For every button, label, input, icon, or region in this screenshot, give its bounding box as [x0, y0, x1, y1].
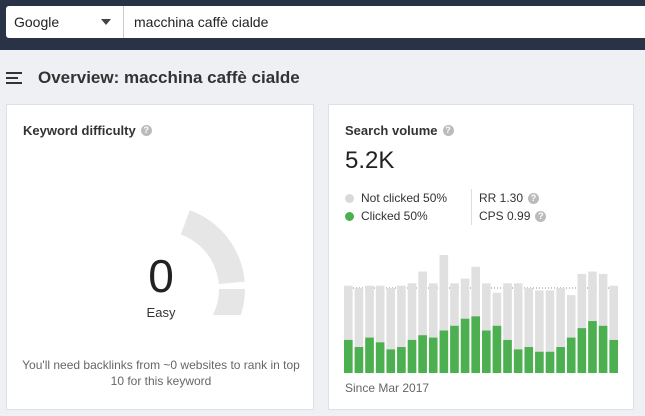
search-engine-value: Google: [14, 14, 60, 30]
legend-clicked-label: Clicked 50%: [361, 209, 428, 223]
help-icon[interactable]: ?: [528, 192, 540, 204]
help-icon[interactable]: ?: [140, 125, 152, 136]
page-title: Overview: macchina caffè cialde: [38, 68, 300, 87]
bar-clicked[interactable]: [460, 318, 470, 373]
bar-clicked[interactable]: [503, 339, 512, 373]
chart-since-label: Since Mar 2017: [345, 381, 430, 395]
keyword-difficulty-label: Easy: [146, 305, 176, 320]
bar-clicked[interactable]: [598, 325, 608, 373]
help-icon[interactable]: ?: [535, 210, 547, 222]
search-volume-title-text: Search volume: [345, 123, 438, 138]
help-icon[interactable]: ?: [442, 125, 454, 136]
bar-clicked[interactable]: [492, 325, 502, 373]
bar-clicked[interactable]: [482, 330, 491, 373]
metrics-divider: [471, 189, 472, 225]
search-volume-card: Search volume ? 5.2K Not clicked 50% Cli…: [328, 104, 634, 410]
bar-clicked[interactable]: [566, 337, 576, 373]
rr-metric-text: RR 1.30: [479, 191, 524, 205]
bar-clicked[interactable]: [577, 328, 587, 373]
keyword-difficulty-title: Keyword difficulty ?: [23, 123, 152, 138]
bar-clicked[interactable]: [588, 321, 597, 373]
bar-clicked[interactable]: [375, 342, 385, 373]
bar-clicked[interactable]: [450, 325, 459, 373]
search-engine-select[interactable]: Google: [6, 6, 124, 38]
keyword-difficulty-card: Keyword difficulty ? 0 Easy You'll need …: [6, 104, 314, 410]
bar-clicked[interactable]: [545, 351, 555, 373]
bar-clicked[interactable]: [535, 351, 544, 373]
bar-clicked[interactable]: [471, 316, 480, 373]
bar-clicked[interactable]: [418, 335, 427, 373]
bar-clicked[interactable]: [428, 337, 438, 373]
bar-clicked[interactable]: [397, 347, 406, 373]
metrics: RR 1.30 ? CPS 0.99 ?: [479, 189, 547, 225]
cps-metric-text: CPS 0.99: [479, 209, 531, 223]
bar-clicked[interactable]: [365, 337, 374, 373]
bar-clicked[interactable]: [407, 339, 417, 373]
legend-not-clicked: Not clicked 50%: [345, 189, 447, 207]
rr-metric: RR 1.30 ?: [479, 189, 546, 207]
bar-clicked[interactable]: [524, 347, 534, 373]
bar-clicked[interactable]: [439, 330, 449, 373]
bar-clicked[interactable]: [344, 339, 353, 373]
top-bar: Google: [0, 0, 645, 50]
bar-clicked[interactable]: [513, 349, 523, 373]
keyword-search-input[interactable]: [124, 6, 645, 38]
search-volume-value: 5.2K: [345, 147, 395, 174]
bar-clicked[interactable]: [556, 347, 565, 373]
not-clicked-dot: [345, 193, 354, 203]
legend-clicked: Clicked 50%: [345, 207, 447, 225]
bar-clicked[interactable]: [609, 339, 618, 373]
click-legend: Not clicked 50% Clicked 50%: [345, 189, 447, 225]
page-header: Overview: macchina caffè cialde: [0, 60, 645, 98]
bar-clicked[interactable]: [386, 349, 396, 373]
clicked-dot: [345, 211, 354, 221]
search-volume-title: Search volume ?: [345, 123, 454, 138]
menu-icon[interactable]: [6, 72, 22, 86]
keyword-difficulty-note: You'll need backlinks from ~0 websites t…: [22, 358, 300, 388]
bar-clicked[interactable]: [354, 347, 364, 373]
keyword-difficulty-title-text: Keyword difficulty: [23, 123, 136, 138]
legend-not-clicked-label: Not clicked 50%: [361, 191, 448, 205]
search-volume-chart: [344, 255, 618, 373]
cps-metric: CPS 0.99 ?: [479, 207, 547, 225]
caret-down-icon: [101, 19, 111, 25]
keyword-difficulty-value: 0: [148, 250, 174, 302]
